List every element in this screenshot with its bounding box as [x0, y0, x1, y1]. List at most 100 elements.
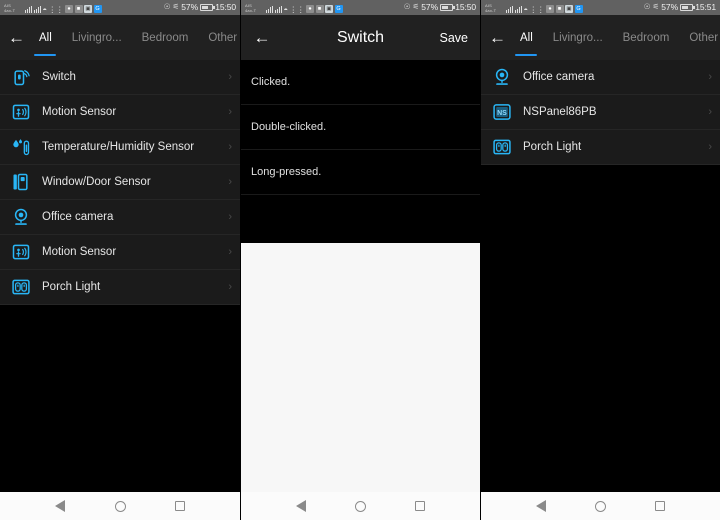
list-item[interactable]: Window/Door Sensor › — [0, 165, 240, 200]
list-item[interactable]: NS NSPanel86PB › — [481, 95, 720, 130]
status-bar-right: ☉ ⚟ 57% 15:51 — [644, 2, 716, 13]
list-item[interactable]: Porch Light › — [0, 270, 240, 305]
tab-bedroom-label: Bedroom — [141, 31, 189, 44]
list-item-label: Window/Door Sensor — [42, 176, 151, 188]
tab-all[interactable]: All — [29, 15, 62, 60]
tab-other[interactable]: Other — [679, 15, 720, 60]
action-list: Clicked. Double-clicked. Long-pressed. — [241, 60, 480, 195]
list-item-label: Temperature/Humidity Sensor — [42, 141, 195, 153]
list-item[interactable]: Motion Sensor › — [0, 95, 240, 130]
bluetooth-share-icon: ⋮⋮ — [289, 4, 305, 14]
status-bar: AIS 4ax-T ◓ ⋮⋮ ● ■ ▣ G ☉ ⚟ 57% 15:50 — [241, 0, 480, 15]
alarm-icon: ☉ — [403, 2, 411, 12]
camera-icon — [491, 66, 513, 88]
save-button[interactable]: Save — [440, 31, 469, 45]
carrier-label: AIS 4ax-T — [485, 3, 497, 13]
list-item[interactable]: Motion Sensor › — [0, 235, 240, 270]
dual-outlet-icon — [10, 276, 32, 298]
action-label: Double-clicked. — [251, 121, 327, 133]
clock-label: 15:51 — [695, 2, 716, 12]
switch-remote-icon — [10, 66, 32, 88]
tab-livingroom-label: Livingro... — [552, 31, 603, 44]
tab-other[interactable]: Other — [198, 15, 240, 60]
status-bar: AIS 4ax-T ◓ ⋮⋮ ● ■ ▣ G ☉ ⚟ 57% 15:50 — [0, 0, 240, 15]
list-item-label: Porch Light — [42, 281, 101, 293]
tab-bedroom-label: Bedroom — [622, 31, 670, 44]
tab-bedroom[interactable]: Bedroom — [613, 15, 680, 60]
home-circle-icon[interactable] — [589, 495, 611, 517]
tab-livingroom[interactable]: Livingro... — [62, 15, 132, 60]
list-item[interactable]: Office camera › — [0, 200, 240, 235]
google-icon: G — [93, 5, 102, 13]
room-tab-bar: ← All Livingro... Bedroom Other — [481, 15, 720, 60]
empty-area — [0, 305, 240, 492]
list-item[interactable]: Temperature/Humidity Sensor › — [0, 130, 240, 165]
tab-all[interactable]: All — [510, 15, 543, 60]
chevron-right-icon: › — [228, 210, 232, 223]
dual-outlet-icon — [491, 136, 513, 158]
system-nav-bar — [481, 492, 720, 520]
battery-percent-label: 57% — [661, 2, 679, 12]
signal-bars-2-icon — [33, 5, 41, 13]
clock-label: 15:50 — [455, 2, 476, 12]
tab-livingroom[interactable]: Livingro... — [543, 15, 613, 60]
empty-area — [481, 165, 720, 492]
motion-sensor-icon — [10, 101, 32, 123]
signal-bars-icon — [24, 5, 32, 13]
system-nav-bar — [241, 492, 480, 520]
back-triangle-icon[interactable] — [49, 495, 71, 517]
battery-percent-label: 57% — [181, 2, 199, 12]
photo-icon: ▣ — [565, 5, 574, 13]
temperature-humidity-icon — [10, 136, 32, 158]
device-list: Switch › Motion Sensor › Temperature/Hum… — [0, 60, 240, 305]
message-icon: ● — [306, 5, 315, 13]
list-item-label: Porch Light — [523, 141, 582, 153]
bluetooth-icon: ⚟ — [172, 2, 180, 12]
tab-all-label: All — [520, 31, 533, 44]
list-item[interactable]: Double-clicked. — [241, 105, 480, 150]
home-circle-icon[interactable] — [349, 495, 371, 517]
google-icon: G — [574, 5, 583, 13]
back-triangle-icon[interactable] — [530, 495, 552, 517]
list-item[interactable]: Switch › — [0, 60, 240, 95]
list-item[interactable]: Clicked. — [241, 60, 480, 105]
recents-square-icon[interactable] — [649, 495, 671, 517]
list-item[interactable]: Office camera › — [481, 60, 720, 95]
bluetooth-share-icon: ⋮⋮ — [48, 4, 64, 14]
photo-icon: ▣ — [325, 5, 334, 13]
three-phone-screenshots: AIS 4ax-T ◓ ⋮⋮ ● ■ ▣ G ☉ ⚟ 57% 15:50 ← A… — [0, 0, 720, 520]
back-arrow-icon[interactable]: ← — [249, 25, 275, 51]
status-bar-right: ☉ ⚟ 57% 15:50 — [164, 2, 236, 13]
app-icon: ■ — [315, 5, 324, 13]
chevron-right-icon: › — [228, 140, 232, 153]
phone-screen-device-list-filtered: AIS 4ax-T ◓ ⋮⋮ ● ■ ▣ G ☉ ⚟ 57% 15:51 ← A… — [480, 0, 720, 520]
ns-panel-icon: NS — [491, 101, 513, 123]
system-nav-bar — [0, 492, 240, 520]
home-circle-icon[interactable] — [109, 495, 131, 517]
google-icon: G — [334, 5, 343, 13]
back-arrow-icon[interactable]: ← — [489, 25, 506, 51]
wifi-icon: ◓ — [42, 4, 48, 14]
tab-bedroom[interactable]: Bedroom — [132, 15, 199, 60]
status-bar-right: ☉ ⚟ 57% 15:50 — [404, 2, 476, 13]
list-item[interactable]: Porch Light › — [481, 130, 720, 165]
window-door-sensor-icon — [10, 171, 32, 193]
action-label: Long-pressed. — [251, 166, 322, 178]
chevron-right-icon: › — [228, 105, 232, 118]
recents-square-icon[interactable] — [169, 495, 191, 517]
action-label: Clicked. — [251, 76, 291, 88]
list-item-label: Switch — [42, 71, 76, 83]
chevron-right-icon: › — [228, 280, 232, 293]
phone-screen-device-list: AIS 4ax-T ◓ ⋮⋮ ● ■ ▣ G ☉ ⚟ 57% 15:50 ← A… — [0, 0, 240, 520]
list-item-label: NSPanel86PB — [523, 106, 597, 118]
signal-bars-2-icon — [514, 5, 522, 13]
empty-white-area — [241, 243, 480, 492]
recents-square-icon[interactable] — [409, 495, 431, 517]
chevron-right-icon: › — [228, 70, 232, 83]
camera-icon — [10, 206, 32, 228]
back-triangle-icon[interactable] — [290, 495, 312, 517]
list-item[interactable]: Long-pressed. — [241, 150, 480, 195]
carrier-label: AIS 4ax-T — [245, 3, 257, 13]
back-arrow-icon[interactable]: ← — [8, 25, 25, 51]
bluetooth-icon: ⚟ — [652, 2, 660, 12]
